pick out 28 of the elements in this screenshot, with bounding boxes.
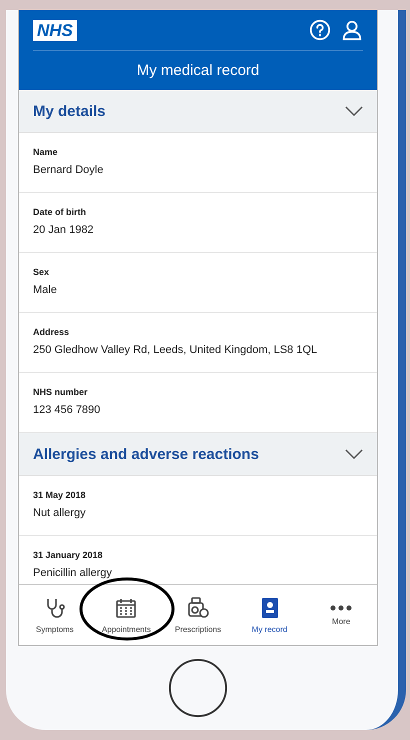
- chevron-down-icon[interactable]: [345, 106, 363, 116]
- field-label: Date of birth: [33, 207, 87, 217]
- field-value: Nut allergy: [33, 507, 87, 519]
- field-label: Sex: [33, 267, 50, 277]
- pills-icon: [186, 596, 210, 620]
- more-icon: [329, 604, 354, 612]
- chevron-down-icon[interactable]: [345, 448, 363, 460]
- calendar-icon: [114, 596, 138, 620]
- field-value: Bernard Doyle: [33, 164, 104, 176]
- field-value: 123 456 7890: [33, 404, 102, 416]
- field-label: NHS number: [33, 387, 89, 397]
- section-header[interactable]: My details: [19, 90, 377, 133]
- field-label: 31 May 2018: [33, 490, 87, 500]
- field-label: Name: [33, 147, 59, 157]
- field-label: 31 January 2018: [33, 550, 104, 560]
- user-icon[interactable]: [341, 19, 363, 41]
- page-title: My medical record: [136, 61, 260, 81]
- section-title: Allergies and adverse reactions: [33, 446, 259, 462]
- field-value: 250 Gledhow Valley Rd, Leeds, United Kingdom, LS8 1QL: [33, 344, 318, 356]
- section-title: My details: [33, 102, 106, 120]
- field-value: Male: [33, 284, 58, 296]
- home-button-icon[interactable]: [167, 657, 229, 719]
- field-value: Penicillin allergy: [33, 567, 113, 579]
- logo: NHS: [33, 20, 77, 40]
- field-label: Address: [33, 327, 70, 337]
- help-icon[interactable]: [309, 19, 331, 41]
- section-header[interactable]: Allergies and adverse reactions: [19, 433, 377, 476]
- field-value: 20 Jan 1982: [33, 224, 95, 236]
